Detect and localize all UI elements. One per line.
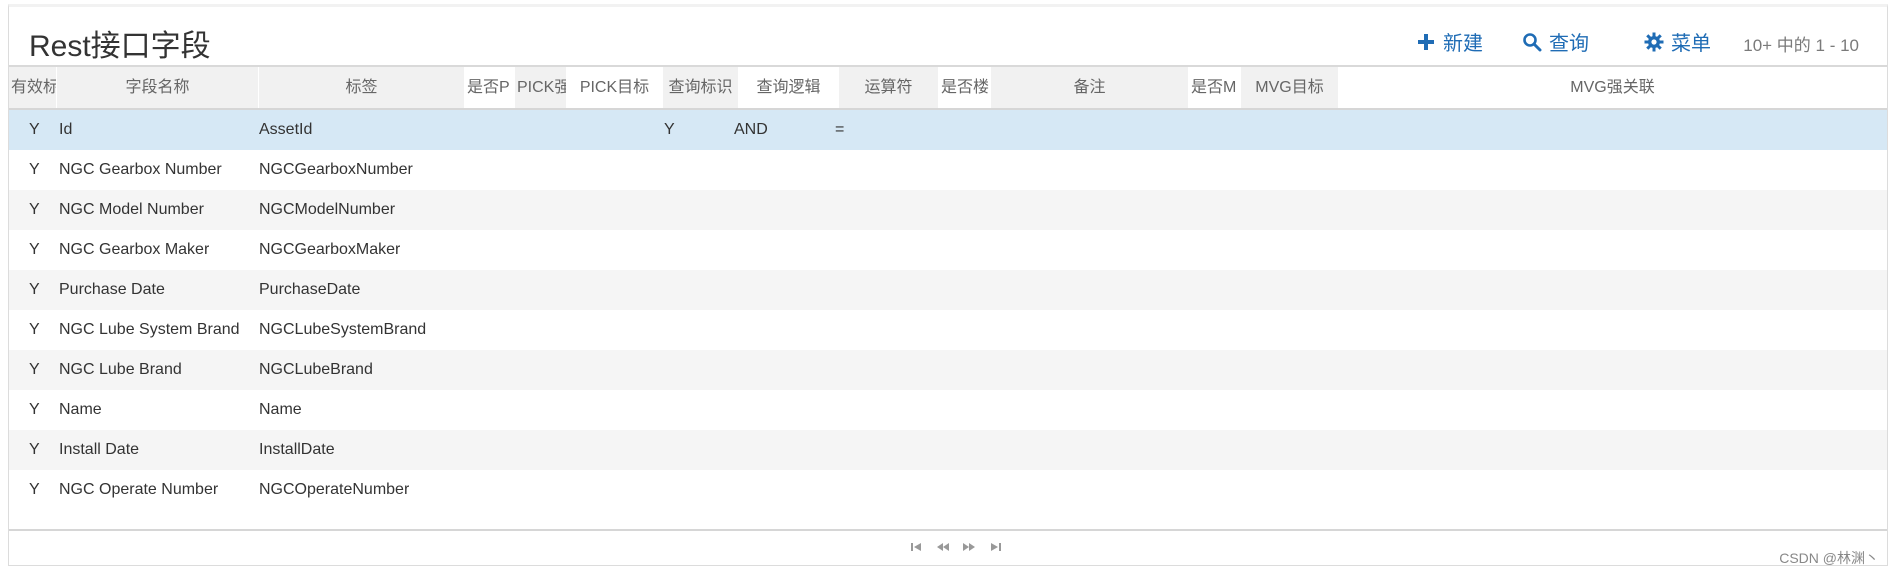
cell-label: NGCLubeBrand	[259, 361, 373, 378]
col-header-query-logic[interactable]: 查询逻辑	[739, 67, 839, 108]
table-row[interactable]: Y Install Date InstallDate	[9, 430, 1887, 470]
cell-operator: =	[835, 121, 845, 138]
table-row[interactable]: Y NGC Model Number NGCModelNumber	[9, 190, 1887, 230]
cell-active: Y	[29, 441, 40, 458]
col-header-is-mvg[interactable]: 是否M	[1189, 67, 1241, 108]
query-button[interactable]: 查询	[1521, 27, 1589, 56]
grid-body: Y Id AssetId Y AND = Y NGC Gearbox Numbe…	[9, 110, 1887, 510]
table-row[interactable]: Y NGC Operate Number NGCOperateNumber	[9, 470, 1887, 510]
cell-active: Y	[29, 321, 40, 338]
table-row[interactable]: Y NGC Lube Brand NGCLubeBrand	[9, 350, 1887, 390]
cell-field-name: Name	[59, 401, 102, 418]
cell-active: Y	[29, 481, 40, 498]
cell-active: Y	[29, 201, 40, 218]
col-header-is-pick[interactable]: 是否P	[465, 67, 515, 108]
cell-label: PurchaseDate	[259, 281, 361, 298]
applet-container: Rest接口字段 新建 查询 菜单 10+ 中的 1 - 10 有效标 字段名称…	[8, 4, 1888, 566]
prev-page-icon[interactable]	[935, 539, 951, 555]
cell-active: Y	[29, 361, 40, 378]
col-header-active[interactable]: 有效标	[9, 67, 57, 108]
cell-field-name: Purchase Date	[59, 281, 165, 298]
plus-icon	[1415, 31, 1437, 53]
first-page-icon[interactable]	[909, 539, 925, 555]
new-button-label: 新建	[1443, 33, 1483, 55]
cell-label: NGCOperateNumber	[259, 481, 410, 498]
col-header-operator[interactable]: 运算符	[839, 67, 939, 108]
cell-active: Y	[29, 241, 40, 258]
applet-title: Rest接口字段	[29, 30, 211, 63]
cell-field-name: NGC Gearbox Maker	[59, 241, 210, 258]
applet-header: Rest接口字段 新建 查询 菜单 10+ 中的 1 - 10	[9, 7, 1887, 67]
table-row[interactable]: Y NGC Gearbox Maker NGCGearboxMaker	[9, 230, 1887, 270]
cell-active: Y	[29, 281, 40, 298]
cell-field-name: Install Date	[59, 441, 140, 458]
pager	[909, 539, 1003, 555]
table-row[interactable]: Y Purchase Date PurchaseDate	[9, 270, 1887, 310]
col-header-pick-strong[interactable]: PICK强	[515, 67, 567, 108]
next-page-icon[interactable]	[961, 539, 977, 555]
watermark: CSDN @林渊丶	[1779, 550, 1879, 566]
cell-field-name: Id	[59, 121, 73, 138]
col-header-pick-target[interactable]: PICK目标	[567, 67, 663, 108]
col-header-mvg-target[interactable]: MVG目标	[1241, 67, 1339, 108]
cell-label: AssetId	[259, 121, 313, 138]
col-header-is-floor[interactable]: 是否楼	[939, 67, 991, 108]
cell-field-name: NGC Gearbox Number	[59, 161, 222, 178]
cell-query-logic: AND	[734, 121, 768, 138]
cell-field-name: NGC Lube System Brand	[59, 321, 240, 338]
menu-button[interactable]: 菜单	[1643, 27, 1711, 56]
cell-active: Y	[29, 161, 40, 178]
table-row[interactable]: Y NGC Lube System Brand NGCLubeSystemBra…	[9, 310, 1887, 350]
cell-label: Name	[259, 401, 302, 418]
cell-active: Y	[29, 401, 40, 418]
grid-header: 有效标 字段名称 标签 是否P PICK强 PICK目标 查询标识 查询逻辑 运…	[9, 67, 1887, 110]
cell-field-name: NGC Operate Number	[59, 481, 219, 498]
menu-button-label: 菜单	[1671, 33, 1711, 55]
new-button[interactable]: 新建	[1415, 27, 1483, 56]
cell-label: NGCModelNumber	[259, 201, 396, 218]
col-header-mvg-strong[interactable]: MVG强关联	[1339, 67, 1887, 108]
search-icon	[1521, 31, 1543, 53]
cell-label: NGCLubeSystemBrand	[259, 321, 427, 338]
grid-footer	[9, 529, 1887, 569]
col-header-field-name[interactable]: 字段名称	[57, 67, 259, 108]
cell-label: NGCGearboxNumber	[259, 161, 413, 178]
query-button-label: 查询	[1549, 33, 1589, 55]
col-header-query-flag[interactable]: 查询标识	[663, 67, 739, 108]
table-row[interactable]: Y Name Name	[9, 390, 1887, 430]
table-row[interactable]: Y Id AssetId Y AND =	[9, 110, 1887, 150]
cell-label: InstallDate	[259, 441, 335, 458]
table-row[interactable]: Y NGC Gearbox Number NGCGearboxNumber	[9, 150, 1887, 190]
cell-field-name: NGC Model Number	[59, 201, 204, 218]
cell-active: Y	[29, 121, 40, 138]
last-page-icon[interactable]	[987, 539, 1003, 555]
col-header-remark[interactable]: 备注	[991, 67, 1189, 108]
gear-icon	[1643, 31, 1665, 53]
cell-field-name: NGC Lube Brand	[59, 361, 182, 378]
record-count: 10+ 中的 1 - 10	[1743, 36, 1859, 55]
col-header-label[interactable]: 标签	[259, 67, 465, 108]
cell-query-flag: Y	[664, 121, 675, 138]
cell-label: NGCGearboxMaker	[259, 241, 401, 258]
